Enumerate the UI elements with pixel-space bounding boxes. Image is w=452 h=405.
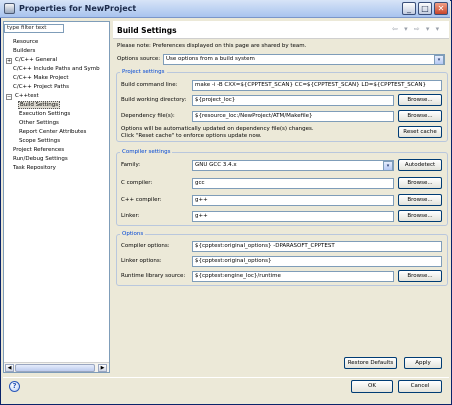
maximize-button[interactable]: □ [418, 2, 432, 15]
tree-item[interactable]: + C/C++ General [6, 56, 108, 65]
linker-input[interactable]: g++ [192, 211, 394, 222]
footer-divider [3, 377, 449, 378]
tree-item-label: Project References [13, 147, 65, 153]
tree-item[interactable]: Resource [6, 38, 108, 47]
tree-item[interactable]: Other Settings [6, 119, 108, 128]
options-title: Options [120, 231, 146, 237]
tree-item[interactable]: C/C++ Project Paths [6, 83, 108, 92]
tree-item-label: Run/Debug Settings [13, 156, 68, 162]
tree-item-label: Report Center Attributes [19, 129, 87, 135]
tree-item[interactable]: Builders [6, 47, 108, 56]
help-icon[interactable]: ? [9, 381, 20, 392]
tree-item[interactable]: Build Settings [6, 101, 108, 110]
family-select[interactable]: GNU GCC 3.4.x [192, 160, 394, 171]
tree-item[interactable]: − C++test [6, 92, 108, 101]
dependency-label: Dependency file(s): [121, 113, 175, 119]
browse-cpp-compiler-button[interactable]: Browse... [398, 194, 442, 206]
horizontal-scrollbar[interactable]: ◀ ▶ [4, 362, 109, 372]
tree-item-label: Build Settings [18, 101, 61, 109]
runtime-input[interactable]: ${cpptest:engine_loc}/runtime [192, 271, 394, 282]
tree-item[interactable]: Run/Debug Settings [6, 155, 108, 164]
working-dir-input[interactable]: ${project_loc} [192, 95, 394, 106]
browse-working-dir-button[interactable]: Browse... [398, 94, 442, 106]
tree-item[interactable]: Execution Settings [6, 110, 108, 119]
scroll-right-icon[interactable]: ▶ [98, 364, 107, 372]
options-source-select[interactable]: Use options from a build system [163, 54, 445, 65]
tree-item-label: C/C++ Project Paths [13, 84, 70, 90]
browse-runtime-button[interactable]: Browse... [398, 270, 442, 282]
scroll-thumb[interactable] [15, 364, 95, 372]
close-button[interactable]: ✕ [434, 2, 448, 15]
filter-input[interactable]: type filter text [4, 24, 64, 33]
shared-note: Please note: Preferences displayed on th… [117, 43, 307, 49]
collapse-icon[interactable]: − [6, 94, 12, 100]
tree-item-label: C/C++ Make Project [13, 75, 69, 81]
minimize-button[interactable]: _ [402, 2, 416, 15]
page-title: Build Settings [117, 26, 177, 35]
tree-item-label: Other Settings [19, 120, 59, 126]
options-source-label: Options source: [117, 56, 161, 62]
tree-item-label: Scope Settings [19, 138, 61, 144]
linker-label: Linker: [121, 213, 140, 219]
tree-item[interactable]: Task Repository [6, 164, 108, 173]
cpp-compiler-label: C++ compiler: [121, 197, 162, 203]
dependency-input[interactable]: ${resource_loc:/NewProject/ATM/Makefile} [192, 111, 394, 122]
compiler-settings-title: Compiler settings [120, 149, 173, 155]
build-command-input[interactable]: make -i -B CXX=${CPPTEST_SCAN} CC=${CPPT… [192, 80, 442, 91]
tree-item-label: C/C++ Include Paths and Symb [13, 66, 100, 72]
tree-item-label: C/C++ General [15, 57, 58, 63]
tree-item[interactable]: Project References [6, 146, 108, 155]
reset-cache-button[interactable]: Reset cache [398, 126, 442, 138]
property-tree: Resource Builders + C/C++ General C/C++ Incl… [6, 38, 108, 173]
scroll-left-icon[interactable]: ◀ [5, 364, 14, 372]
window-title: Properties for NewProject [19, 4, 137, 13]
cancel-button[interactable]: Cancel [398, 380, 442, 393]
ok-button[interactable]: OK [351, 380, 393, 393]
chevron-down-icon[interactable]: ▾ [434, 55, 444, 65]
expand-icon[interactable]: + [6, 58, 12, 64]
c-compiler-input[interactable]: gcc [192, 178, 394, 189]
auto-update-note: Options will be automatically updated on… [121, 126, 314, 132]
family-label: Family: [121, 162, 141, 168]
linker-options-input[interactable]: ${cpptest:original_options} [192, 256, 442, 267]
compiler-options-label: Compiler options: [121, 243, 170, 249]
linker-options-label: Linker options: [121, 258, 162, 264]
tree-item-label: Execution Settings [19, 111, 71, 117]
chevron-down-icon[interactable]: ▾ [383, 161, 393, 171]
history-nav-icon[interactable]: ⇦ ▾ ⇨ ▾ ▾ [392, 25, 441, 33]
browse-dependency-button[interactable]: Browse... [398, 110, 442, 122]
compiler-options-input[interactable]: ${cpptest:original_options} -DPARASOFT_C… [192, 241, 442, 252]
apply-button[interactable]: Apply [404, 357, 442, 369]
tree-item-label: C++test [15, 93, 39, 99]
tree-item-label: Builders [13, 48, 36, 54]
restore-defaults-button[interactable]: Restore Defaults [344, 357, 397, 369]
browse-c-compiler-button[interactable]: Browse... [398, 177, 442, 189]
c-compiler-label: C compiler: [121, 180, 153, 186]
reset-cache-note: Click "Reset cache" to enforce options u… [121, 133, 262, 139]
tree-item-label: Task Repository [13, 165, 56, 171]
build-command-label: Build command line: [121, 82, 178, 88]
browse-linker-button[interactable]: Browse... [398, 210, 442, 222]
tree-item[interactable]: Scope Settings [6, 137, 108, 146]
runtime-label: Runtime library source: [121, 273, 186, 279]
app-icon [4, 3, 15, 14]
tree-item-label: Resource [13, 39, 39, 45]
tree-item[interactable]: Report Center Attributes [6, 128, 108, 137]
cpp-compiler-input[interactable]: g++ [192, 195, 394, 206]
project-settings-title: Project settings [120, 69, 167, 75]
autodetect-button[interactable]: Autodetect [398, 159, 442, 171]
working-dir-label: Build working directory: [121, 97, 187, 103]
tree-item[interactable]: C/C++ Include Paths and Symb [6, 65, 108, 74]
tree-item[interactable]: C/C++ Make Project [6, 74, 108, 83]
